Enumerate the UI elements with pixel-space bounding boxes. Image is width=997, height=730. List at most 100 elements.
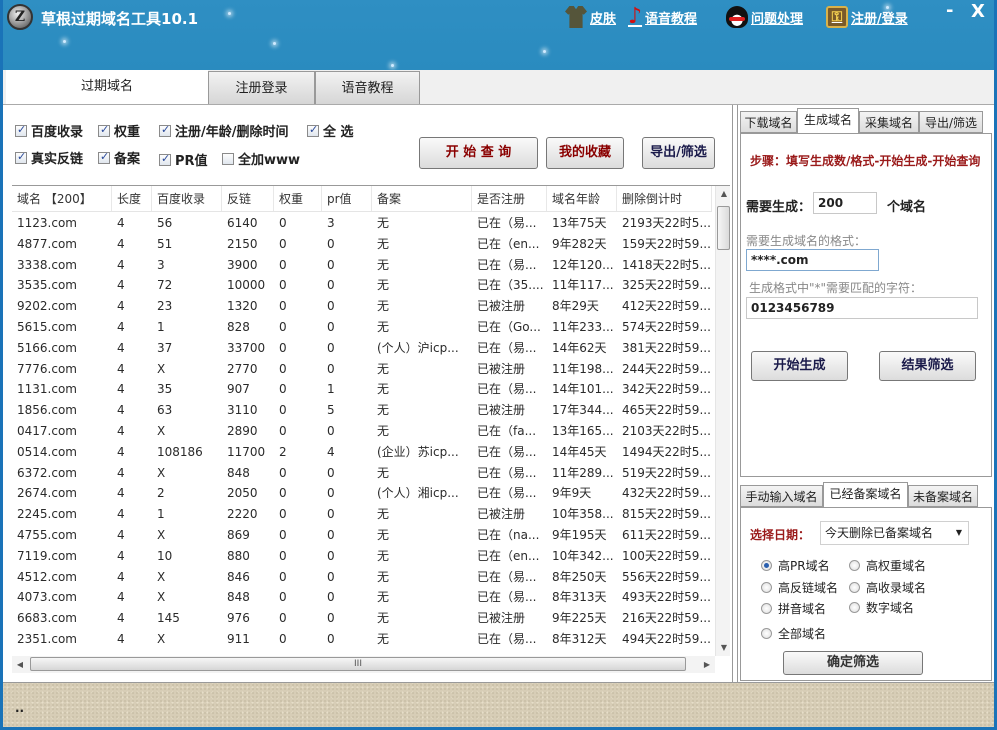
tab-export-filter[interactable]: 导出/筛选 (919, 111, 983, 133)
checkbox-baidu-index[interactable]: 百度收录 (15, 121, 83, 140)
tab-register-login[interactable]: 注册登录 (208, 71, 315, 104)
table-row[interactable]: 1856.com 4 63 3110 0 5 无 已被注册 17年344... 465天22时59… (12, 400, 712, 421)
tab-non-icp-domains[interactable]: 未备案域名 (908, 485, 978, 507)
column-header-baidu[interactable]: 百度收录 (152, 186, 222, 211)
format-input[interactable]: ****.com (746, 249, 879, 271)
radio-pinyin[interactable]: 拼音域名 (761, 600, 826, 617)
count-input[interactable]: 200 (813, 192, 877, 214)
tab-manual-input[interactable]: 手动输入域名 (740, 485, 823, 507)
radio-high-backlinks[interactable]: 高反链域名 (761, 579, 838, 596)
table-row[interactable]: 5615.com 4 1 828 0 0 无 已在（Go... 11年233... 574天22时… (12, 317, 712, 338)
cell-icp: (个人）湘icp... (377, 486, 459, 501)
column-header-length[interactable]: 长度 (112, 186, 152, 211)
start-query-button[interactable]: 开 始 查 询 (419, 137, 538, 169)
confirm-filter-button[interactable]: 确定筛选 (783, 651, 923, 675)
checkbox-select-all[interactable]: 全 选 (307, 121, 354, 140)
column-header-pr[interactable]: pr值 (322, 186, 372, 211)
radio-all[interactable]: 全部域名 (761, 625, 826, 642)
tab-generate-domains[interactable]: 生成域名 (797, 108, 859, 133)
result-filter-button[interactable]: 结果筛选 (879, 351, 976, 381)
tab-icp-domains[interactable]: 已经备案域名 (823, 482, 908, 507)
column-header-registered[interactable]: 是否注册 (472, 186, 547, 211)
radio-numeric[interactable]: 数字域名 (849, 599, 914, 616)
checkbox-pr[interactable]: PR值 (159, 150, 208, 169)
chars-input[interactable]: 0123456789 (746, 297, 978, 319)
column-header-domain[interactable]: 域名 【200】 (12, 186, 112, 211)
minimize-button[interactable]: - (946, 0, 953, 21)
column-header-countdown[interactable]: 删除倒计时 (617, 186, 712, 211)
cell-pr: 0 (327, 507, 335, 522)
checkbox-icp[interactable]: 备案 (98, 148, 140, 167)
checkbox-add-www[interactable]: 全加www (222, 149, 300, 168)
radio-dot[interactable] (761, 628, 772, 639)
horizontal-scrollbar[interactable]: ◀ III ▶ (12, 656, 715, 673)
tab-expired-domains[interactable]: 过期域名 (6, 70, 208, 104)
column-header-backlinks[interactable]: 反链 (222, 186, 274, 211)
register-login-link[interactable]: ⚿ 注册/登录 (826, 6, 908, 28)
cell-backlinks: 11700 (227, 444, 266, 459)
vertical-scroll-thumb[interactable] (717, 206, 730, 250)
column-header-age[interactable]: 域名年龄 (547, 186, 617, 211)
radio-high-pr[interactable]: 高PR域名 (761, 557, 830, 574)
export-filter-button[interactable]: 导出/筛选 (642, 137, 715, 169)
cell-icp: 无 (377, 361, 390, 376)
horizontal-scroll-thumb[interactable]: III (30, 657, 686, 671)
scroll-right-arrow-icon[interactable]: ▶ (699, 656, 715, 673)
checkbox-real-backlinks[interactable]: 真实反链 (15, 148, 83, 167)
table-row[interactable]: 4755.com 4 X 869 0 0 无 已在（na... 9年195天 611天22时59.… (12, 525, 712, 546)
date-select[interactable]: 今天删除已备案域名 ▼ (820, 521, 969, 545)
start-generate-button[interactable]: 开始生成 (751, 351, 848, 381)
radio-dot[interactable] (761, 603, 772, 614)
tab-download-domains[interactable]: 下载域名 (740, 111, 797, 133)
scroll-left-arrow-icon[interactable]: ◀ (12, 656, 28, 673)
table-row[interactable]: 3338.com 4 3 3900 0 0 无 已在（易... 12年120... 1418天22… (12, 255, 712, 276)
checkbox-box[interactable] (98, 123, 110, 137)
tab-collect-domains[interactable]: 采集域名 (859, 111, 919, 133)
help-link[interactable]: 问题处理 (726, 6, 803, 28)
vertical-scrollbar[interactable]: ▲ ▼ (715, 186, 730, 656)
table-row[interactable]: 1123.com 4 56 6140 0 3 无 已在（易... 13年75天 2193天22时5… (12, 213, 712, 234)
checkbox-box[interactable] (159, 152, 171, 166)
radio-dot[interactable] (761, 560, 772, 571)
table-row[interactable]: 4877.com 4 51 2150 0 0 无 已在（en... 9年282天 159天22时5… (12, 234, 712, 255)
table-row[interactable]: 6683.com 4 145 976 0 0 无 已被注册 9年225天 216天22时59... (12, 608, 712, 629)
table-row[interactable]: 0514.com 4 108186 11700 2 4 (企业）苏icp... 已在（易...… (12, 442, 712, 463)
radio-dot[interactable] (849, 560, 860, 571)
favorites-button[interactable]: 我的收藏 (546, 137, 624, 169)
table-row[interactable]: 4512.com 4 X 846 0 0 无 已在（易... 8年250天 556天22时59..… (12, 567, 712, 588)
table-row[interactable]: 7776.com 4 X 2770 0 0 无 已被注册 11年198... 244天22时59.… (12, 359, 712, 380)
radio-high-weight[interactable]: 高权重域名 (849, 557, 926, 574)
table-row[interactable]: 1131.com 4 35 907 0 1 无 已在（易... 14年101... 342天22时… (12, 379, 712, 400)
radio-dot[interactable] (849, 582, 860, 593)
scroll-down-arrow-icon[interactable]: ▼ (716, 640, 730, 656)
table-row[interactable]: 4073.com 4 X 848 0 0 无 已在（易... 8年313天 493天22时59..… (12, 587, 712, 608)
table-row[interactable]: 2245.com 4 1 2220 0 0 无 已被注册 10年358... 815天22时59.… (12, 504, 712, 525)
table-row[interactable]: 2674.com 4 2 2050 0 0 (个人）湘icp... 已在（易... 9年9天 43… (12, 483, 712, 504)
scroll-up-arrow-icon[interactable]: ▲ (716, 186, 730, 202)
tab-voice-tutorial[interactable]: 语音教程 (315, 71, 420, 104)
table-row[interactable]: 6372.com 4 X 848 0 0 无 已在（易... 11年289... 519天22时5… (12, 463, 712, 484)
column-header-weight[interactable]: 权重 (274, 186, 322, 211)
radio-dot[interactable] (849, 602, 860, 613)
radio-high-index[interactable]: 高收录域名 (849, 579, 926, 596)
column-header-icp[interactable]: 备案 (372, 186, 472, 211)
chevron-down-icon: ▼ (955, 528, 962, 537)
table-row[interactable]: 9202.com 4 23 1320 0 0 无 已被注册 8年29天 412天22时59... (12, 296, 712, 317)
checkbox-box[interactable] (15, 123, 27, 137)
table-row[interactable]: 0417.com 4 X 2890 0 0 无 已在（fa... 13年165... 2103天2… (12, 421, 712, 442)
radio-dot[interactable] (761, 582, 772, 593)
checkbox-box[interactable] (222, 152, 234, 165)
table-row[interactable]: 3535.com 4 72 10000 0 0 无 已在（35.... 11年117... 325… (12, 275, 712, 296)
skin-link[interactable]: 皮肤 (565, 6, 616, 28)
checkbox-weight[interactable]: 权重 (98, 121, 140, 140)
checkbox-box[interactable] (159, 123, 171, 137)
checkbox-box[interactable] (98, 150, 110, 164)
checkbox-box[interactable] (307, 123, 319, 137)
checkbox-reg-age-delete[interactable]: 注册/年龄/删除时间 (159, 121, 289, 140)
table-row[interactable]: 7119.com 4 10 880 0 0 无 已在（en... 10年342... 100天22… (12, 546, 712, 567)
checkbox-box[interactable] (15, 150, 27, 164)
table-row[interactable]: 5166.com 4 37 33700 0 0 (个人）沪icp... 已在（易... 14年6… (12, 338, 712, 359)
voice-tutorial-link[interactable]: ♪ 语音教程 (628, 6, 697, 28)
table-row[interactable]: 2351.com 4 X 911 0 0 无 已在（易... 8年312天 494天22时59..… (12, 629, 712, 650)
close-button[interactable]: X (971, 1, 985, 22)
